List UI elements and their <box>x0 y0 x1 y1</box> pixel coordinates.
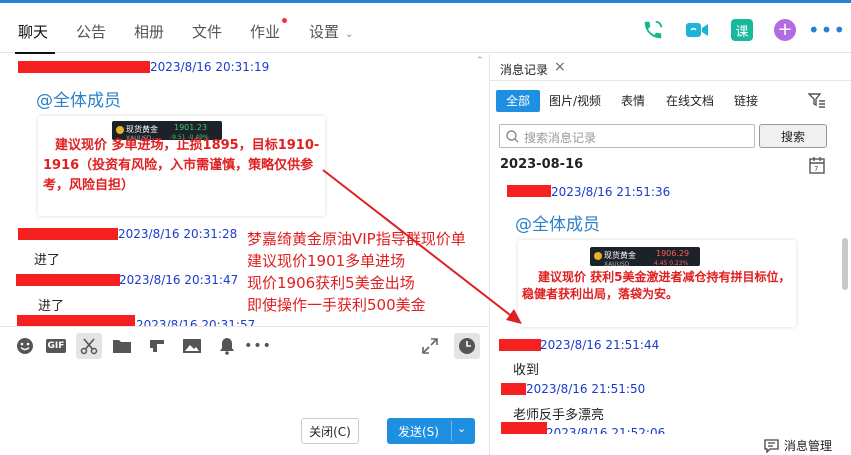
redacted-sender <box>501 383 526 395</box>
message-timestamp: 2023/8/16 21:52:06 <box>546 426 666 434</box>
chevron-down-icon[interactable]: ⌄ <box>457 422 466 435</box>
bell-icon[interactable] <box>216 335 238 357</box>
tab-chat[interactable]: 聊天 <box>18 21 48 42</box>
filter-links[interactable]: 链接 <box>734 90 758 112</box>
message-text: 进了 <box>38 299 65 314</box>
redacted-sender <box>499 339 541 351</box>
tab-announcement[interactable]: 公告 <box>76 21 106 42</box>
history-search-input[interactable]: 搜索消息记录 <box>499 124 755 148</box>
annotation-line: 即使操作一手获利500美金 <box>247 296 426 314</box>
strategy-image-card[interactable]: 现货黄金 XAUUSD 1901.23 -9.51 -0.49% 建议现价 多单… <box>38 116 325 216</box>
send-button[interactable]: 发送(S) ⌄ <box>387 418 475 444</box>
filter-stickers[interactable]: 表情 <box>621 90 645 112</box>
close-button[interactable]: 关闭(C) <box>301 418 359 444</box>
message-timestamp: 2023/8/16 20:31:28 <box>118 227 238 241</box>
chevron-down-icon: ⌄ <box>345 29 354 40</box>
tab-album[interactable]: 相册 <box>134 21 164 42</box>
strategy-text: 建议现价 多单进场，止损1895，目标1910-1916（投资有风险，入市需谨慎… <box>43 138 320 193</box>
more-icon[interactable]: ••• <box>808 17 845 43</box>
search-icon <box>506 130 519 143</box>
message-timestamp: 2023/8/16 20:31:57 <box>136 318 256 326</box>
filter-media[interactable]: 图片/视频 <box>549 90 601 112</box>
filter-icon[interactable] <box>807 92 826 112</box>
history-title: 消息记录 <box>500 63 549 77</box>
homework-badge-dot <box>282 18 287 23</box>
message-timestamp: 2023/8/16 21:51:50 <box>526 382 646 396</box>
gold-coin-icon <box>116 126 124 134</box>
message-timestamp: 2023/8/16 20:31:47 <box>119 273 239 287</box>
expand-icon[interactable] <box>419 335 441 357</box>
message-history-panel: 消息记录 × 全部 图片/视频 表情 在线文档 链接 搜索消息记录 搜索 202… <box>489 54 851 455</box>
add-app-icon[interactable]: + <box>772 17 798 43</box>
image-icon[interactable] <box>181 335 203 357</box>
collapse-icon[interactable]: ⌃ <box>476 56 484 66</box>
phone-call-icon[interactable] <box>640 17 666 43</box>
chat-panel: ⌃ 2023/8/16 20:31:19 @全体成员 现货黄金 XAUUSD 1… <box>0 54 488 455</box>
redacted-sender <box>507 185 551 197</box>
profit-image-card[interactable]: 现货黄金 XAUUSD 1906.29 4.45 0.23% 建议现价 获利5美… <box>518 240 796 327</box>
video-call-icon[interactable] <box>684 17 710 43</box>
tab-settings-label: 设置 <box>309 23 340 41</box>
ticker-price: 1906.29 <box>656 249 690 258</box>
ticker-name: 现货黄金 <box>126 125 158 134</box>
svg-text:7: 7 <box>814 165 818 173</box>
ticker-symbol: XAUUSD <box>604 261 630 268</box>
ticker-change: 4.45 0.23% <box>654 260 689 267</box>
message-manage-button[interactable]: 消息管理 <box>764 437 832 454</box>
mention-all-text: @全体成员 <box>515 215 600 235</box>
send-button-label: 发送(S) <box>398 424 439 439</box>
message-text: 进了 <box>34 253 61 268</box>
message-timestamp: 2023/8/16 21:51:44 <box>540 338 660 352</box>
redacted-sender <box>18 61 150 73</box>
lesson-icon[interactable]: 课 <box>729 17 755 43</box>
chat-bubble-icon <box>764 438 779 453</box>
clock-icon[interactable] <box>454 333 480 359</box>
redacted-sender <box>501 422 547 434</box>
header: 聊天 公告 相册 文件 作业 设置 ⌄ 课 + ••• <box>0 3 851 54</box>
profit-text: 建议现价 获利5美金激进者减仓持有拼目标位，稳健者获利出局，落袋为安。 <box>522 270 791 301</box>
ticker-name: 现货黄金 <box>604 251 636 260</box>
ticker-price: 1901.23 <box>174 123 208 132</box>
more-dots-icon[interactable]: ••• <box>244 335 271 357</box>
message-text: 收到 <box>513 363 540 378</box>
gold-ticker: 现货黄金 XAUUSD 1906.29 4.45 0.23% <box>590 247 700 268</box>
annotation-line: 现价1906获利5美金出场 <box>247 274 415 292</box>
message-text: 老师反手多漂亮 <box>513 408 605 423</box>
input-toolbar: GIF ••• <box>0 326 488 364</box>
gif-icon[interactable]: GIF <box>45 335 67 357</box>
history-date: 2023-08-16 <box>500 157 584 172</box>
message-timestamp: 2023/8/16 20:31:19 <box>150 60 270 74</box>
calendar-icon[interactable]: 7 <box>809 156 825 178</box>
filter-online-docs[interactable]: 在线文档 <box>666 90 714 112</box>
tab-settings[interactable]: 设置 ⌄ <box>309 21 353 42</box>
gold-coin-icon <box>594 252 602 260</box>
filter-all[interactable]: 全部 <box>496 90 540 112</box>
annotation-line: 梦嘉绮黄金原油VIP指导群现价单 <box>247 230 466 248</box>
search-button[interactable]: 搜索 <box>759 124 827 148</box>
history-scrollbar[interactable] <box>842 238 848 290</box>
folder-icon[interactable] <box>111 335 133 357</box>
annotation-line: 建议现价1901多单进场 <box>247 252 406 270</box>
message-manage-label: 消息管理 <box>784 439 833 453</box>
gif-label: GIF <box>45 339 67 353</box>
scissors-icon[interactable] <box>76 333 102 359</box>
music-icon[interactable] <box>146 335 168 357</box>
close-icon[interactable]: × <box>554 59 566 75</box>
redacted-sender <box>16 274 120 286</box>
mention-all-text: @全体成员 <box>36 91 121 111</box>
search-placeholder: 搜索消息记录 <box>524 131 597 145</box>
emoji-icon[interactable] <box>14 335 36 357</box>
redacted-sender <box>18 228 118 240</box>
tab-homework[interactable]: 作业 <box>250 21 280 42</box>
message-timestamp: 2023/8/16 21:51:36 <box>551 185 671 199</box>
lesson-icon-label: 课 <box>731 19 753 41</box>
annotation-text: 梦嘉绮黄金原油VIP指导群现价单 建议现价1901多单进场 现价1906获利5美… <box>247 228 466 316</box>
divider <box>490 80 851 81</box>
tab-files[interactable]: 文件 <box>192 21 222 42</box>
